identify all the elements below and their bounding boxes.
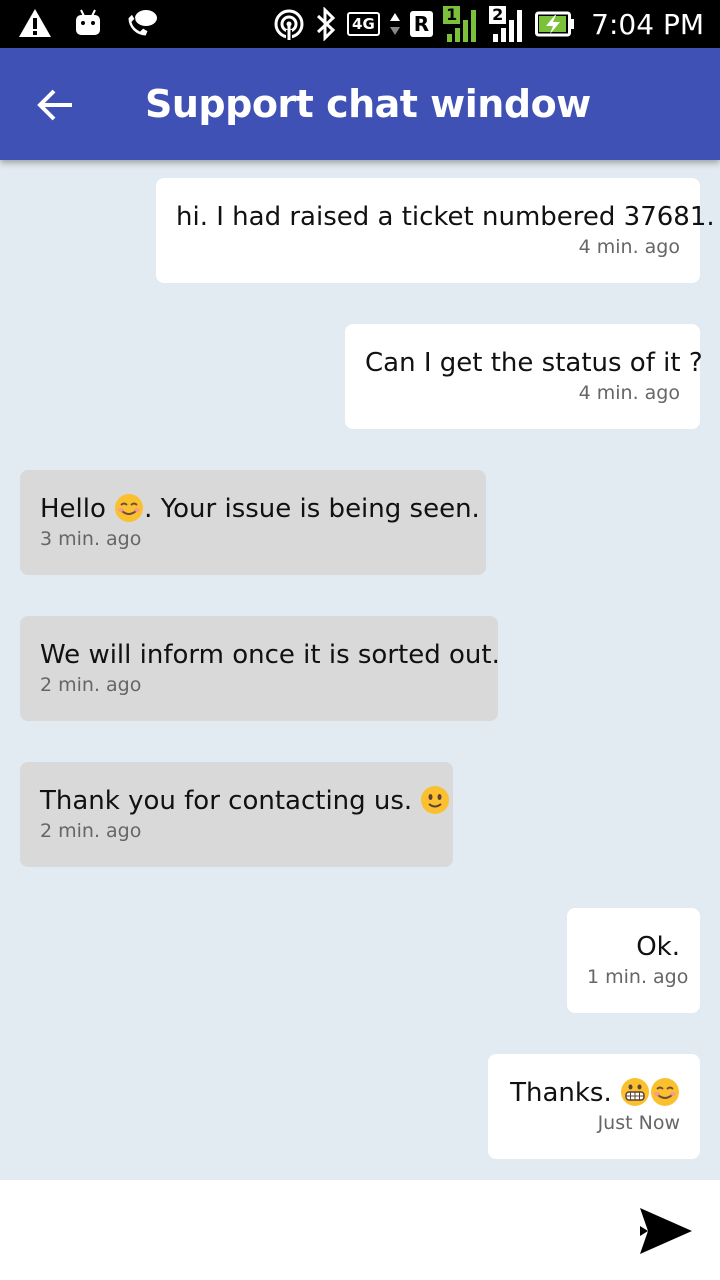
message-text-part: . Your issue is being seen. (144, 494, 480, 524)
arrow-back-icon (37, 89, 72, 121)
message-timestamp: 3 min. ago (40, 528, 142, 550)
slight-smile-icon (421, 785, 450, 814)
status-time: 7:04 PM (591, 7, 704, 41)
send-button[interactable] (636, 1204, 694, 1258)
page-title: Support chat window (145, 82, 591, 126)
signal-bars-icon (493, 10, 523, 42)
android-icon (76, 9, 100, 35)
message-input[interactable] (20, 1198, 610, 1262)
chat-message-incoming[interactable]: Thank you for contacting us. 2 min. ago (20, 762, 453, 867)
message-timestamp: 1 min. ago (587, 966, 689, 988)
chat-message-outgoing[interactable]: hi. I had raised a ticket numbered 37681… (156, 178, 715, 283)
message-text: hi. I had raised a ticket numbered 37681… (176, 202, 715, 232)
message-timestamp: 4 min. ago (578, 236, 680, 258)
message-text: Thanks. (508, 1076, 680, 1110)
chat-message-incoming[interactable]: Hello . Your issue is being seen. 3 min.… (20, 470, 486, 575)
chat-message-outgoing[interactable]: Thanks. Just Now (488, 1054, 700, 1159)
message-text-part: Thank you for contacting us. (40, 786, 413, 816)
chat-message-incoming[interactable]: We will inform once it is sorted out. 2 … (20, 616, 500, 721)
message-text: We will inform once it is sorted out. (40, 640, 500, 670)
message-text: Ok. (636, 932, 680, 962)
app-bar: Support chat window (0, 48, 720, 160)
send-icon (640, 1208, 692, 1254)
signal-sim2: 2 (489, 4, 525, 44)
smiling-face-icon (115, 493, 144, 522)
message-text-part: Thanks. (510, 1078, 612, 1108)
chat-message-list[interactable]: hi. I had raised a ticket numbered 37681… (0, 160, 720, 1180)
wifi-calling-icon (127, 10, 157, 37)
signal-sim1: 1 (443, 4, 479, 44)
message-text-part: Hello (40, 494, 106, 524)
smiling-face-icon (651, 1077, 679, 1106)
warning-icon (19, 9, 51, 37)
bluetooth-icon (316, 7, 336, 41)
message-timestamp: 2 min. ago (40, 674, 142, 696)
signal-bars-icon (447, 10, 477, 42)
data-arrows-icon (389, 13, 400, 35)
message-text: Hello . Your issue is being seen. (40, 492, 480, 526)
status-bar: 4G R 1 2 7:04 PM (0, 0, 720, 48)
roaming-badge: R (409, 11, 434, 37)
network-type-badge: 4G (347, 12, 380, 36)
back-button[interactable] (30, 80, 80, 130)
hotspot-icon (274, 9, 304, 40)
message-text: Can I get the status of it ? (365, 348, 703, 378)
message-timestamp: Just Now (597, 1112, 680, 1134)
battery-charging-icon (535, 11, 575, 37)
status-right-icons: 4G R 1 2 7:04 PM (273, 0, 704, 48)
chat-message-outgoing[interactable]: Can I get the status of it ? 4 min. ago (345, 324, 703, 429)
chat-message-outgoing[interactable]: Ok. 1 min. ago (567, 908, 700, 1013)
message-compose-bar (0, 1180, 720, 1280)
message-timestamp: 4 min. ago (578, 382, 680, 404)
grimacing-face-icon (621, 1077, 649, 1106)
message-text: Thank you for contacting us. (40, 784, 450, 818)
message-timestamp: 2 min. ago (40, 820, 142, 842)
status-left-icons (18, 8, 158, 38)
